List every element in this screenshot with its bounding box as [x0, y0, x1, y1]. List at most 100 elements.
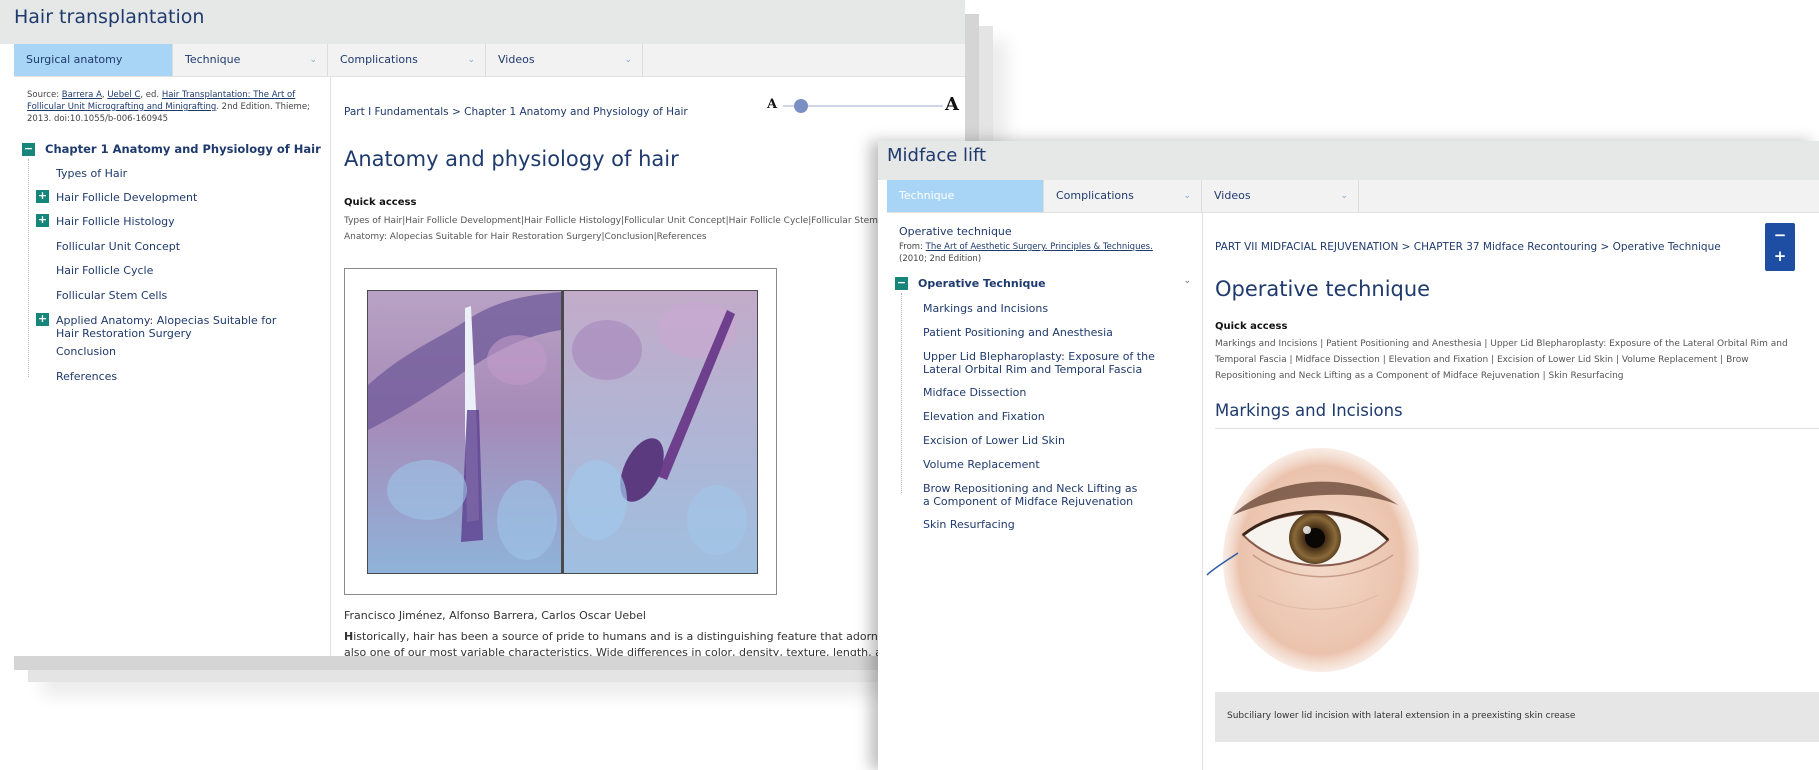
histology-figure[interactable]: [344, 268, 777, 595]
toc-item-label: Patient Positioning and Anesthesia: [923, 326, 1113, 339]
quick-access-line[interactable]: Anatomy: Alopecias Suitable for Hair Res…: [344, 229, 878, 245]
tab-label: Technique: [185, 53, 241, 66]
midface-lift-window: Midface lift Technique Complications ⌄ V…: [878, 141, 1819, 770]
body-text: also one of our most variable characteri…: [344, 646, 945, 656]
tab-videos[interactable]: Videos ⌄: [486, 44, 643, 76]
chevron-down-icon: ⌄: [1340, 191, 1348, 201]
toc-item-markings-and-incisions[interactable]: Markings and Incisions: [923, 302, 1048, 315]
tab-videos[interactable]: Videos ⌄: [1202, 180, 1359, 212]
zoom-in-button[interactable]: +: [1765, 247, 1795, 265]
toc-item-brow-repositioning[interactable]: Brow Repositioning and Neck Lifting as a…: [923, 482, 1138, 508]
article-content: Part I Fundamentals > Chapter 1 Anatomy …: [331, 77, 965, 656]
chevron-down-icon[interactable]: ⌄: [1183, 276, 1191, 286]
drop-letter: H: [344, 630, 354, 643]
window-title: Midface lift: [878, 141, 1819, 180]
tab-complications[interactable]: Complications ⌄: [1044, 180, 1202, 212]
toc-item-references[interactable]: References: [56, 370, 117, 383]
toc-item-label: Elevation and Fixation: [923, 410, 1045, 423]
font-size-slider[interactable]: A A: [767, 94, 965, 115]
expand-icon[interactable]: +: [36, 190, 49, 203]
toc-sidebar: Operative technique From: The Art of Aes…: [887, 213, 1203, 770]
body-text: istorically, hair has been a source of p…: [353, 630, 941, 643]
toc-section-heading[interactable]: − Operative Technique ⌄: [895, 276, 1195, 290]
slider-thumb[interactable]: [794, 99, 808, 113]
tab-technique[interactable]: Technique ⌄: [173, 44, 328, 76]
toc-item-label: Skin Resurfacing: [923, 518, 1015, 531]
quick-access-label: Quick access: [344, 197, 417, 208]
chapter-title: Chapter 1 Anatomy and Physiology of Hair: [45, 142, 321, 156]
toc-item-midface-dissection[interactable]: Midface Dissection: [923, 386, 1026, 399]
section-heading: Markings and Incisions: [1215, 401, 1403, 420]
chevron-down-icon: ⌄: [467, 55, 475, 65]
toc-item-skin-resurfacing[interactable]: Skin Resurfacing: [923, 518, 1015, 531]
from-prefix: From:: [899, 242, 926, 252]
toc-item-volume-replacement[interactable]: Volume Replacement: [923, 458, 1040, 471]
toc-item-label: Applied Anatomy: Alopecias Suitable for …: [56, 314, 277, 340]
toc-item-upper-lid-blepharoplasty[interactable]: Upper Lid Blepharoplasty: Exposure of th…: [923, 350, 1188, 376]
toc-item-hair-follicle-histology[interactable]: Hair Follicle Histology: [56, 215, 175, 228]
chevron-down-icon: ⌄: [1183, 191, 1191, 201]
source-prefix: Source:: [27, 90, 62, 100]
toc-item-types-of-hair[interactable]: Types of Hair: [56, 167, 127, 180]
chevron-down-icon: ⌄: [309, 55, 317, 65]
tab-surgical-anatomy[interactable]: Surgical anatomy: [14, 44, 173, 76]
collapse-icon[interactable]: −: [895, 277, 908, 290]
breadcrumb[interactable]: PART VII MIDFACIAL REJUVENATION > CHAPTE…: [1215, 241, 1721, 253]
quick-access-label: Quick access: [1215, 321, 1288, 332]
toc-item-label: Hair Follicle Development: [56, 191, 198, 204]
breadcrumb[interactable]: Part I Fundamentals > Chapter 1 Anatomy …: [344, 106, 688, 118]
eye-illustration[interactable]: [1203, 445, 1423, 675]
tree-line: [28, 159, 29, 377]
author-link-uebel[interactable]: Uebel C: [107, 90, 140, 100]
toc-item-label: Brow Repositioning and Neck Lifting as a…: [923, 482, 1138, 508]
toc-item-label: Volume Replacement: [923, 458, 1040, 471]
toc-item-patient-positioning[interactable]: Patient Positioning and Anesthesia: [923, 326, 1113, 339]
toc-item-follicular-stem-cells[interactable]: Follicular Stem Cells: [56, 289, 167, 302]
source-editor-note: , ed.: [140, 90, 162, 100]
quick-access-line[interactable]: Types of Hair|Hair Follicle Development|…: [344, 213, 878, 229]
toc-item-label: Markings and Incisions: [923, 302, 1049, 315]
toc-item-hair-follicle-development[interactable]: Hair Follicle Development: [56, 191, 197, 204]
toc-item-label: Hair Follicle Cycle: [56, 264, 154, 277]
expand-icon[interactable]: +: [36, 313, 49, 326]
quick-access-line[interactable]: Temporal Fascia | Midface Dissection | E…: [1215, 352, 1788, 368]
toc-item-label: References: [56, 370, 118, 383]
toc-item-label: Types of Hair: [56, 167, 128, 180]
collapse-icon[interactable]: −: [22, 142, 35, 156]
expand-icon[interactable]: +: [36, 214, 49, 227]
author-link-barrera[interactable]: Barrera A: [62, 90, 102, 100]
tab-label: Technique: [899, 189, 955, 202]
quick-access-line[interactable]: Markings and Incisions | Patient Positio…: [1215, 336, 1788, 352]
tab-bar: Surgical anatomy Technique ⌄ Complicatio…: [14, 44, 965, 77]
tab-label: Videos: [1214, 189, 1251, 202]
toc-item-applied-anatomy[interactable]: Applied Anatomy: Alopecias Suitable for …: [56, 314, 286, 340]
tab-bar: Technique Complications ⌄ Videos ⌄: [887, 180, 1819, 213]
tab-label: Complications: [340, 53, 418, 66]
hair-transplantation-window: Hair transplantation Surgical anatomy Te…: [0, 0, 965, 656]
toc-item-label: Hair Follicle Histology: [56, 215, 175, 228]
toc-item-follicular-unit-concept[interactable]: Follicular Unit Concept: [56, 240, 180, 253]
page-title: Anatomy and physiology of hair: [344, 147, 679, 171]
sidebar-title: Operative technique: [899, 225, 1012, 238]
toc-item-conclusion[interactable]: Conclusion: [56, 345, 116, 358]
toc-item-excision-lower-lid[interactable]: Excision of Lower Lid Skin: [923, 434, 1065, 447]
quick-access-links[interactable]: Markings and Incisions | Patient Positio…: [1215, 336, 1788, 384]
toc-item-label: Follicular Unit Concept: [56, 240, 181, 253]
quick-access-line[interactable]: Repositioning and Neck Lifting as a Comp…: [1215, 368, 1788, 384]
tab-complications[interactable]: Complications ⌄: [328, 44, 486, 76]
book-link[interactable]: The Art of Aesthetic Surgery. Principles…: [926, 242, 1153, 252]
source-citation: Source: Barrera A, Uebel C, ed. Hair Tra…: [27, 89, 317, 125]
quick-access-links[interactable]: Types of Hair|Hair Follicle Development|…: [344, 213, 878, 245]
toc-item-label: Midface Dissection: [923, 386, 1027, 399]
toc-item-hair-follicle-cycle[interactable]: Hair Follicle Cycle: [56, 264, 153, 277]
toc-item-label: Upper Lid Blepharoplasty: Exposure of th…: [923, 350, 1155, 376]
toc-chapter-heading[interactable]: − Chapter 1 Anatomy and Physiology of Ha…: [22, 142, 321, 156]
figure-caption: Subciliary lower lid incision with later…: [1227, 711, 1576, 721]
tab-label: Surgical anatomy: [26, 53, 123, 66]
tab-technique[interactable]: Technique: [887, 180, 1044, 212]
font-large-label: A: [945, 94, 959, 115]
source-citation: From: The Art of Aesthetic Surgery. Prin…: [899, 241, 1189, 265]
toc-item-label: Follicular Stem Cells: [56, 289, 168, 302]
zoom-out-button[interactable]: −: [1765, 226, 1795, 244]
toc-item-elevation-and-fixation[interactable]: Elevation and Fixation: [923, 410, 1045, 423]
